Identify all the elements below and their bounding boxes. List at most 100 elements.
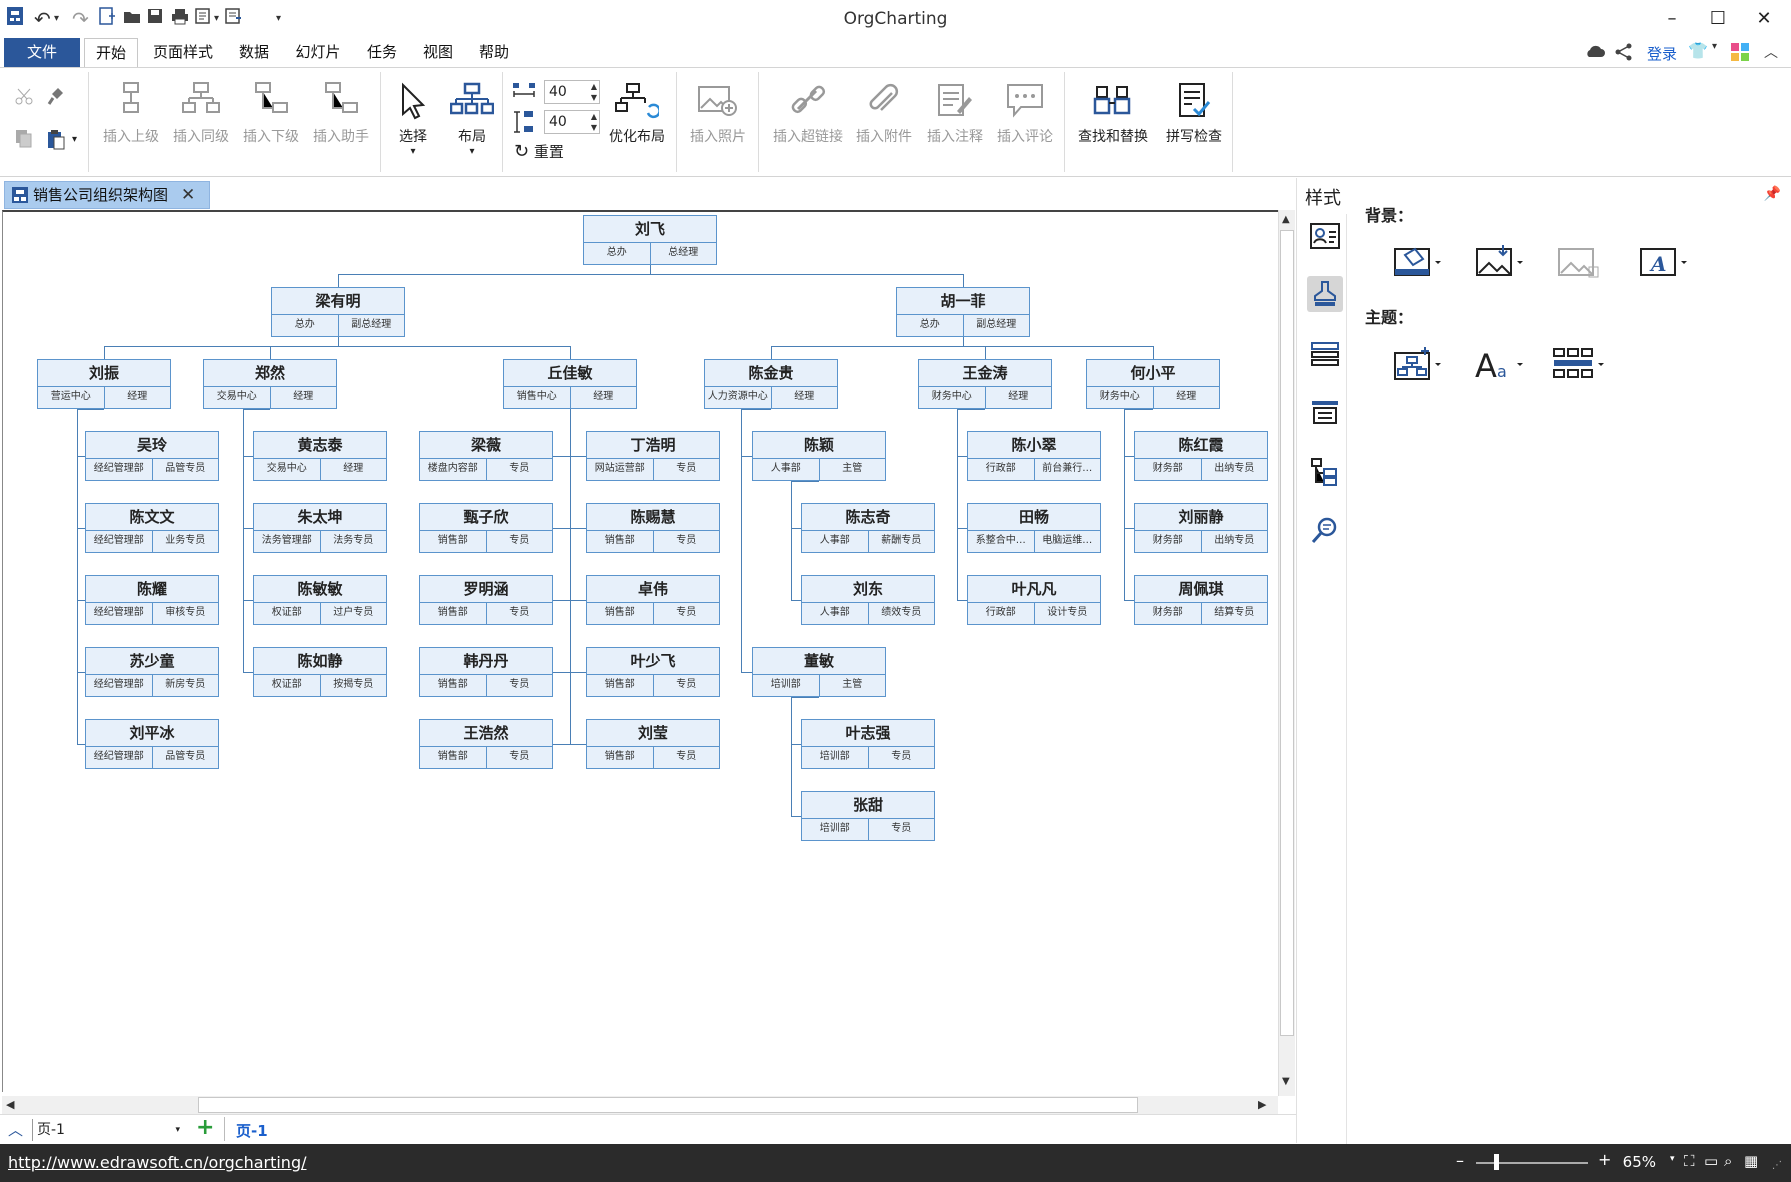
fill-background-icon[interactable]	[1387, 236, 1445, 286]
org-node[interactable]: 韩丹丹 销售部 专员	[419, 647, 553, 697]
style-brush-icon[interactable]	[1307, 276, 1343, 312]
org-node[interactable]: 陈敏敏 权证部 过户专员	[253, 575, 387, 625]
org-node[interactable]: 罗明涵 销售部 专员	[419, 575, 553, 625]
vertical-scroll-thumb[interactable]	[1280, 230, 1294, 1036]
copy-icon[interactable]	[14, 128, 34, 154]
vertical-scrollbar[interactable]: ▲ ▼	[1278, 210, 1295, 1096]
tab-file[interactable]: 文件	[4, 38, 80, 67]
org-node[interactable]: 胡一菲 总办 副总经理	[896, 287, 1030, 337]
close-tab-icon[interactable]: ✕	[181, 182, 195, 208]
watermark-icon[interactable]: A	[1633, 236, 1691, 286]
zoom-in-icon[interactable]: +	[1598, 1150, 1611, 1169]
tab-data[interactable]: 数据	[230, 38, 278, 68]
org-node[interactable]: 黄志泰 交易中心 经理	[253, 431, 387, 481]
paste-icon[interactable]	[46, 128, 66, 154]
org-node[interactable]: 苏少童 经纪管理部 新房专员	[85, 647, 219, 697]
zoom-out-icon[interactable]: –	[1456, 1151, 1464, 1170]
zoom-search-icon[interactable]: ⌕	[1724, 1152, 1732, 1170]
page-tab[interactable]: 页-1	[236, 1120, 268, 1141]
org-node[interactable]: 叶少飞 销售部 专员	[586, 647, 720, 697]
spinner-arrows-icon[interactable]: ▲ ▼	[591, 81, 597, 103]
find-replace-button[interactable]: 查找和替换	[1070, 76, 1156, 146]
select-button[interactable]: 选择 ▾	[386, 76, 440, 157]
insert-hyperlink-button[interactable]: 插入超链接	[766, 76, 850, 146]
org-node[interactable]: 董敏 培训部 主管	[752, 647, 886, 697]
theme-font-icon[interactable]: Aa	[1469, 338, 1527, 388]
org-node[interactable]: 陈赐慧 销售部 专员	[586, 503, 720, 553]
theme-layout-icon[interactable]	[1387, 338, 1445, 388]
theme-color-icon[interactable]	[1551, 338, 1609, 388]
org-node[interactable]: 梁薇 楼盘内容部 专员	[419, 431, 553, 481]
org-node[interactable]: 陈红霞 财务部 出纳专员	[1134, 431, 1268, 481]
fit-width-icon[interactable]: ▭	[1704, 1152, 1718, 1170]
page-menu-icon[interactable]: ︿	[8, 1119, 23, 1140]
org-node[interactable]: 卓伟 销售部 专员	[586, 575, 720, 625]
insert-peer-button[interactable]: 插入同级	[166, 76, 236, 146]
spell-check-button[interactable]: 拼写检查	[1158, 76, 1230, 146]
spinner-arrows-icon[interactable]: ▲ ▼	[591, 111, 597, 133]
org-node[interactable]: 刘东 人事部 绩效专员	[801, 575, 935, 625]
org-node[interactable]: 吴玲 经纪管理部 品管专员	[85, 431, 219, 481]
horizontal-scrollbar[interactable]: ◀ ▶	[2, 1096, 1278, 1114]
tab-page-style[interactable]: 页面样式	[148, 38, 218, 68]
login-link[interactable]: 登录	[1647, 43, 1677, 64]
org-node[interactable]: 丁浩明 网站运营部 专员	[586, 431, 720, 481]
org-node[interactable]: 王金涛 财务中心 经理	[918, 359, 1052, 409]
maximize-button[interactable]: ☐	[1698, 4, 1738, 34]
theme-dropdown-icon[interactable]: ▾	[1712, 41, 1717, 52]
theme-shirt-icon[interactable]: 👕	[1688, 41, 1708, 60]
org-node[interactable]: 陈小翠 行政部 前台兼行…	[967, 431, 1101, 481]
remove-background-icon[interactable]	[1551, 236, 1609, 286]
format-painter-icon[interactable]	[46, 86, 66, 110]
reset-button[interactable]: ↻ 重置	[514, 141, 564, 162]
org-node[interactable]: 张甜 培训部 专员	[801, 791, 935, 841]
org-node[interactable]: 王浩然 销售部 专员	[419, 719, 553, 769]
share-icon[interactable]	[1614, 42, 1634, 66]
page-select[interactable]: 页-1 ▾	[32, 1119, 184, 1141]
org-node[interactable]: 郑然 交易中心 经理	[203, 359, 337, 409]
org-node[interactable]: 陈金贵 人力资源中心 经理	[704, 359, 838, 409]
org-node[interactable]: 何小平 财务中心 经理	[1086, 359, 1220, 409]
tab-slides[interactable]: 幻灯片	[290, 38, 346, 68]
org-node[interactable]: 刘飞 总办 总经理	[583, 215, 717, 265]
zoom-slider[interactable]	[1476, 1162, 1588, 1164]
scroll-left-icon[interactable]: ◀	[6, 1098, 14, 1111]
org-node[interactable]: 刘丽静 财务部 出纳专员	[1134, 503, 1268, 553]
cut-icon[interactable]	[14, 86, 34, 110]
org-node[interactable]: 陈如静 权证部 按揭专员	[253, 647, 387, 697]
insert-attachment-button[interactable]: 插入附件	[852, 76, 916, 146]
org-node[interactable]: 陈文文 经纪管理部 业务专员	[85, 503, 219, 553]
org-node[interactable]: 刘莹 销售部 专员	[586, 719, 720, 769]
tab-tasks[interactable]: 任务	[358, 38, 406, 68]
card-icon[interactable]	[1307, 218, 1343, 254]
list-icon[interactable]	[1307, 336, 1343, 372]
org-node[interactable]: 陈耀 经纪管理部 审核专员	[85, 575, 219, 625]
horizontal-spacing-input[interactable]: 40 ▲ ▼	[544, 80, 600, 104]
grid-icon[interactable]: ▦	[1744, 1152, 1758, 1170]
org-node[interactable]: 陈志奇 人事部 薪酬专员	[801, 503, 935, 553]
org-node[interactable]: 刘振 营运中心 经理	[37, 359, 171, 409]
layout-button[interactable]: 布局 ▾	[444, 76, 500, 157]
optimize-layout-button[interactable]: 优化布局	[602, 76, 672, 146]
website-link[interactable]: http://www.edrawsoft.cn/orgcharting/	[8, 1153, 307, 1172]
horizontal-scroll-thumb[interactable]	[198, 1097, 1138, 1113]
insert-photo-button[interactable]: 插入照片	[682, 76, 754, 146]
document-tab[interactable]: 销售公司组织架构图 ✕	[4, 181, 210, 209]
org-node[interactable]: 叶志强 培训部 专员	[801, 719, 935, 769]
slides-icon[interactable]	[1307, 394, 1343, 430]
fit-page-icon[interactable]: ⛶	[1684, 1152, 1695, 1170]
insert-note-button[interactable]: 插入注释	[922, 76, 988, 146]
tab-home[interactable]: 开始	[84, 38, 138, 68]
org-node[interactable]: 陈颖 人事部 主管	[752, 431, 886, 481]
tab-help[interactable]: 帮助	[470, 38, 518, 68]
apps-grid-icon[interactable]	[1730, 42, 1750, 66]
cloud-icon[interactable]	[1584, 42, 1606, 66]
insert-superior-button[interactable]: 插入上级	[96, 76, 166, 146]
org-node[interactable]: 朱太坤 法务管理部 法务专员	[253, 503, 387, 553]
scroll-up-icon[interactable]: ▲	[1282, 214, 1290, 225]
tree-icon[interactable]	[1307, 454, 1343, 490]
vertical-spacing-input[interactable]: 40 ▲ ▼	[544, 110, 600, 134]
scroll-right-icon[interactable]: ▶	[1258, 1098, 1266, 1111]
org-node[interactable]: 周佩琪 财务部 结算专员	[1134, 575, 1268, 625]
scroll-down-icon[interactable]: ▼	[1282, 1076, 1290, 1087]
